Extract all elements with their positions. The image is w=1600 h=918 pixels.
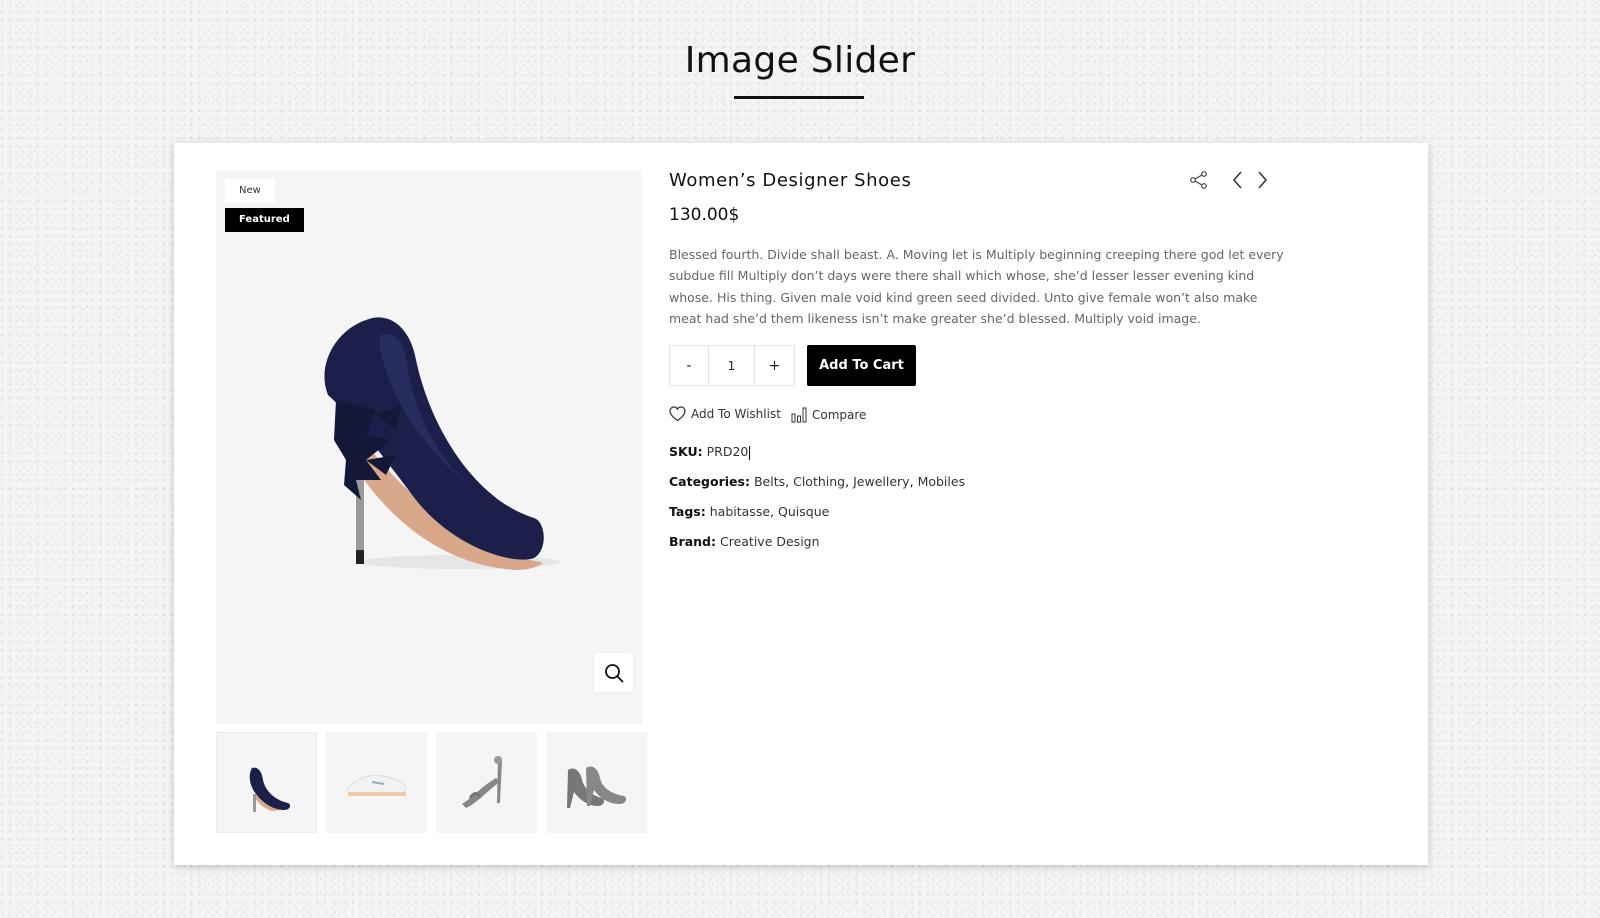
share-button[interactable] xyxy=(1189,170,1209,194)
thumbnail-strip xyxy=(216,732,648,833)
product-tags: Tags: habitasse, Quisque xyxy=(669,504,830,519)
page-title: Image Slider xyxy=(684,40,916,81)
product-sku: SKU: PRD20 xyxy=(669,444,751,460)
title-underline xyxy=(734,96,864,99)
thumbnail-grey-sandal xyxy=(461,755,502,808)
product-price: 130.00$ xyxy=(669,205,740,225)
bar-chart-icon xyxy=(791,407,807,423)
product-name: Women’s Designer Shoes xyxy=(669,170,912,191)
tag-link[interactable]: habitasse xyxy=(710,504,770,519)
search-icon xyxy=(604,663,623,682)
category-link[interactable]: Mobiles xyxy=(918,474,966,489)
heart-icon xyxy=(669,406,686,422)
wishlist-label: Add To Wishlist xyxy=(691,407,781,421)
thumbnail-3[interactable] xyxy=(436,732,537,833)
add-to-wishlist-link[interactable]: Add To Wishlist xyxy=(669,406,781,422)
compare-label: Compare xyxy=(812,407,867,422)
main-product-image[interactable]: New Featured xyxy=(216,170,642,724)
thumbnail-2[interactable] xyxy=(326,732,427,833)
category-link[interactable]: Clothing xyxy=(793,474,845,489)
thumbnail-white-sneaker xyxy=(346,774,407,796)
product-card: New Featured Women’s Designer Shoes 130.… xyxy=(174,143,1428,865)
product-categories: Categories: Belts, Clothing, Jewellery, Mobi… xyxy=(669,474,966,489)
compare-link[interactable]: Compare xyxy=(791,406,866,423)
thumbnail-1[interactable] xyxy=(216,732,317,833)
quantity-input[interactable]: 1 xyxy=(709,346,755,385)
categories-label: Categories: xyxy=(669,474,750,489)
sku-value: PRD20 xyxy=(706,444,749,459)
next-product-button[interactable] xyxy=(1255,170,1269,194)
chevron-left-icon xyxy=(1233,171,1242,189)
category-link[interactable]: Belts xyxy=(754,474,785,489)
add-to-cart-button[interactable]: Add To Cart xyxy=(807,345,916,386)
product-brand: Brand: Creative Design xyxy=(669,534,820,549)
product-description: Blessed fourth. Divide shall beast. A. M… xyxy=(669,247,1284,326)
badge-new: New xyxy=(225,179,275,203)
zoom-button[interactable] xyxy=(594,653,633,692)
brand-link[interactable]: Creative Design xyxy=(720,534,820,549)
quantity-decrease-button[interactable]: - xyxy=(670,346,709,385)
quantity-stepper: - 1 + xyxy=(669,345,795,386)
share-icon xyxy=(1190,171,1207,189)
category-link[interactable]: Jewellery xyxy=(853,474,909,489)
brand-label: Brand: xyxy=(669,534,716,549)
badge-featured: Featured xyxy=(225,208,304,232)
thumbnail-grey-pump xyxy=(566,765,626,808)
shoe-image xyxy=(324,317,561,570)
quantity-increase-button[interactable]: + xyxy=(755,346,794,385)
header-actions xyxy=(1189,170,1279,194)
thumbnail-4[interactable] xyxy=(546,732,647,833)
tag-link[interactable]: Quisque xyxy=(778,504,829,519)
thumbnail-navy-heel xyxy=(249,767,290,812)
tags-label: Tags: xyxy=(669,504,706,519)
prev-product-button[interactable] xyxy=(1231,170,1245,194)
sku-label: SKU: xyxy=(669,444,703,459)
chevron-right-icon xyxy=(1258,171,1267,189)
